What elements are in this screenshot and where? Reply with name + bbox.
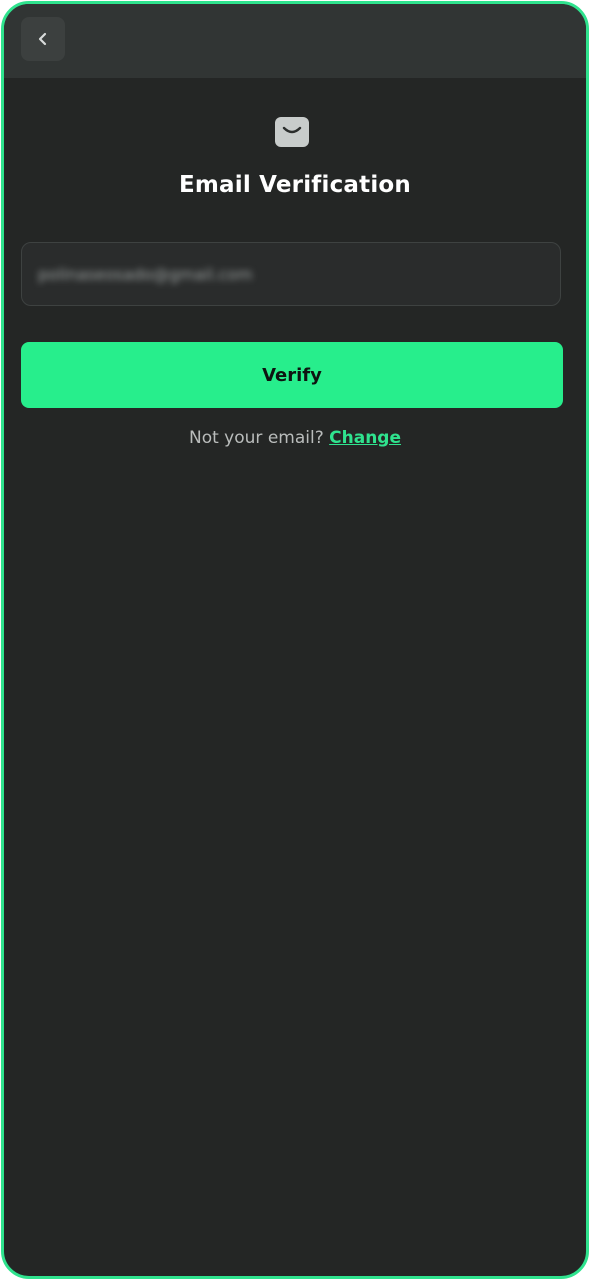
email-value: polinaseosado@gmail.com [38, 264, 253, 284]
page-title: Email Verification [178, 172, 412, 198]
change-email-row: Not your email? Change [4, 428, 586, 448]
mail-icon [275, 117, 309, 147]
verify-button[interactable]: Verify [21, 342, 563, 408]
back-button[interactable] [21, 17, 65, 61]
change-email-link[interactable]: Change [329, 428, 401, 448]
email-field[interactable]: polinaseosado@gmail.com [21, 242, 561, 306]
chevron-left-icon [38, 32, 47, 46]
top-bar [4, 4, 586, 78]
change-email-prompt: Not your email? [189, 428, 330, 448]
app-frame: Email Verification polinaseosado@gmail.c… [1, 1, 589, 1279]
